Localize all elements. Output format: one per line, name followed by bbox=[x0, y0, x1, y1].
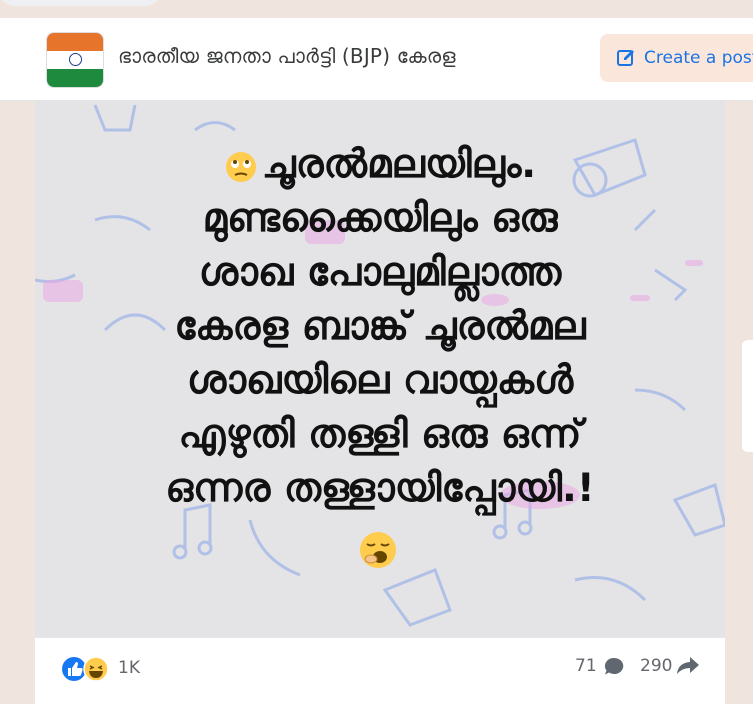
engagement-bar: 1K 71 290 bbox=[35, 637, 725, 704]
post-text-line: ചൂരൽമലയിലും. bbox=[261, 142, 537, 187]
post-text-line: എഴുതി തള്ളി ഒരു ഒന്ന് bbox=[178, 412, 582, 457]
share-icon[interactable] bbox=[675, 654, 701, 678]
comment-count[interactable]: 71 bbox=[575, 656, 597, 676]
post-text-line: ഒന്നര തള്ളായിപ്പോയി.! bbox=[165, 466, 595, 511]
post-header: ഭാരതീയ ജനതാ പാർട്ടി (BJP) കേരള Create a … bbox=[0, 18, 753, 101]
create-post-button[interactable]: Create a post bbox=[600, 34, 753, 82]
create-post-label: Create a post bbox=[644, 48, 753, 68]
post-text-line: ശാഖയിലെ വായ്പകൾ bbox=[186, 358, 574, 403]
reaction-count[interactable]: 1K bbox=[118, 658, 140, 678]
yawning-face-icon bbox=[360, 532, 396, 568]
top-search-pill bbox=[0, 0, 160, 6]
comment-icon[interactable] bbox=[602, 655, 626, 679]
page-avatar[interactable] bbox=[46, 32, 104, 88]
post-text-line: ശാഖ പോലുമില്ലാത്ത bbox=[198, 250, 562, 295]
face-with-rolling-eyes-icon bbox=[225, 151, 256, 182]
edit-icon bbox=[617, 50, 634, 66]
post-card: ചൂരൽമലയിലും. മുണ്ടക്കൈയിലും ഒരു ശാഖ പോലു… bbox=[35, 100, 725, 704]
post-text-line: കേരള ബാങ്ക് ചൂരൽമല bbox=[174, 304, 586, 349]
side-panel-edge bbox=[742, 340, 753, 452]
reaction-icons[interactable] bbox=[61, 656, 111, 682]
chakra-icon bbox=[68, 53, 82, 67]
post-image[interactable]: ചൂരൽമലയിലും. മുണ്ടക്കൈയിലും ഒരു ശാഖ പോലു… bbox=[35, 100, 725, 637]
haha-icon bbox=[83, 656, 109, 682]
share-count[interactable]: 290 bbox=[640, 656, 672, 676]
post-text: ചൂരൽമലയിലും. മുണ്ടക്കൈയിലും ഒരു ശാഖ പോലു… bbox=[35, 138, 725, 516]
post-text-line: മുണ്ടക്കൈയിലും ഒരു bbox=[202, 196, 558, 241]
like-icon bbox=[62, 657, 86, 681]
page-name[interactable]: ഭാരതീയ ജനതാ പാർട്ടി (BJP) കേരള bbox=[118, 44, 456, 68]
